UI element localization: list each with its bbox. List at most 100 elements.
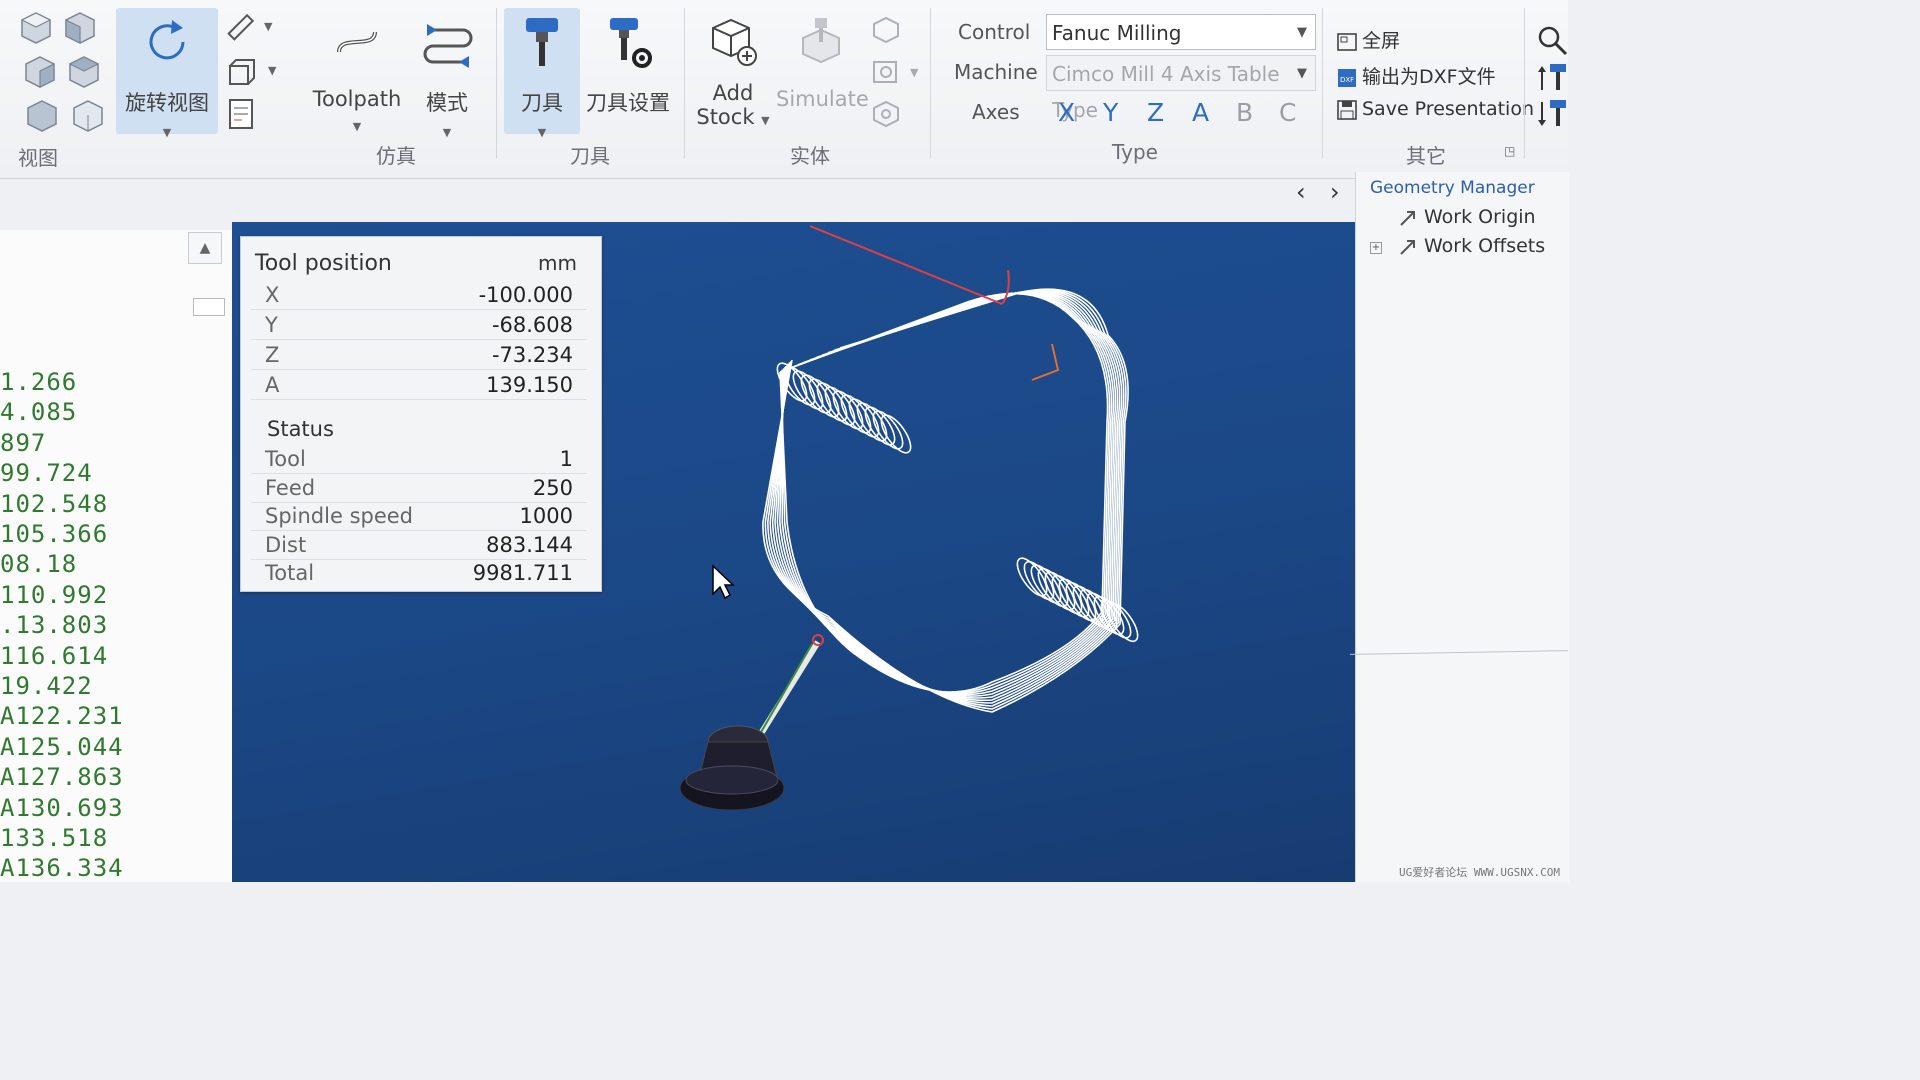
nc-code-line[interactable]: A136.334 — [0, 854, 124, 882]
fullscreen-icon — [1337, 32, 1357, 51]
stock-check-icon[interactable] — [868, 96, 904, 132]
tree-item-label: Work Offsets — [1424, 235, 1546, 257]
nc-code-line[interactable]: A125.044 — [0, 733, 124, 761]
axis-a-button[interactable]: A — [1192, 98, 1209, 127]
nc-code-line[interactable]: 102.548 — [0, 490, 108, 518]
simulate-button[interactable]: Simulate — [776, 8, 869, 134]
rotate-view-button[interactable]: 旋转视图 ▼ — [116, 8, 218, 139]
toolpath-loop — [816, 382, 848, 422]
nc-code-line[interactable]: A127.863 — [0, 763, 124, 791]
axis-c-button[interactable]: C — [1279, 98, 1296, 127]
tp-value: 1 — [559, 447, 573, 471]
tool-label: 刀具 — [521, 91, 563, 115]
toolpath-lines — [762, 288, 1139, 713]
rapid-move-line — [809, 225, 1003, 305]
nc-code-line[interactable]: 99.724 — [0, 459, 93, 487]
nc-code-line[interactable]: A122.231 — [0, 702, 124, 730]
machine-select[interactable]: Cimco Mill 4 Axis Table Type ▼ — [1046, 55, 1316, 122]
fullscreen-button[interactable]: 全屏 — [1336, 26, 1400, 53]
axis-b-button[interactable]: B — [1236, 98, 1253, 127]
tool-shank-shadow — [759, 643, 813, 735]
toolpath-loop — [824, 386, 856, 426]
separator — [1322, 8, 1323, 158]
report-icon[interactable] — [224, 96, 260, 132]
toolpath-pass — [771, 290, 1121, 702]
ruler-dropdown-icon[interactable]: ▼ — [264, 20, 272, 33]
cube-view-right-icon[interactable] — [66, 54, 102, 90]
cube-view-left-icon[interactable] — [22, 54, 58, 90]
nc-code-line[interactable]: 19.422 — [0, 672, 93, 700]
status-title: Status — [267, 417, 334, 441]
tp-value: -68.608 — [491, 313, 573, 337]
tool-position-panel: Tool position mm X -100.000 Y -68.608 Z -73… — [240, 236, 602, 592]
tp-row-a: A 139.150 — [251, 371, 587, 400]
add-stock-button[interactable]: Add Stock ▼ — [690, 8, 776, 134]
nc-code-line[interactable]: 133.518 — [0, 824, 108, 852]
cube-view-iso-icon[interactable] — [24, 98, 60, 134]
nc-code-line[interactable]: 4.085 — [0, 398, 77, 426]
nav-next-button[interactable]: › — [1330, 178, 1340, 206]
tp-key: Z — [265, 343, 280, 367]
nc-code-panel[interactable]: 1.266 4.085 897 99.724 102.548 105.366 08.18 11… — [0, 230, 233, 882]
tool-settings-button[interactable]: 刀具设置 — [582, 8, 674, 134]
group-label-other: 其它 — [1406, 144, 1446, 168]
stock-view-dropdown-icon[interactable]: ▼ — [910, 66, 918, 79]
toolpath-icon — [337, 31, 377, 53]
toolpath-loop — [832, 390, 864, 430]
nav-prev-button[interactable]: ‹ — [1296, 178, 1306, 206]
box-view-dropdown-icon[interactable]: ▼ — [268, 64, 276, 77]
stock-compare-icon[interactable] — [868, 12, 904, 48]
save-presentation-button[interactable]: Save Presentation — [1336, 98, 1534, 121]
mode-button[interactable]: 模式 ▼ — [410, 8, 484, 139]
simulate-icon — [802, 18, 840, 64]
tp-key: Feed — [265, 476, 316, 500]
tp-row-tool: Tool 1 — [251, 445, 587, 474]
tree-expand-icon[interactable]: + — [1370, 242, 1382, 254]
nc-code-line[interactable]: A130.693 — [0, 794, 124, 822]
toolpath-button[interactable]: Toolpath ▼ — [306, 8, 408, 134]
tp-row-y: Y -68.608 — [251, 311, 587, 340]
add-stock-label-2-text: Stock — [696, 105, 755, 129]
machine-label: Machine — [954, 60, 1038, 84]
search-icon[interactable] — [1534, 22, 1570, 58]
axis-y-button[interactable]: Y — [1103, 98, 1118, 127]
axis-x-button[interactable]: X — [1058, 98, 1075, 127]
nc-code-line[interactable]: 897 — [0, 429, 46, 457]
nc-code-line[interactable]: 110.992 — [0, 581, 108, 609]
nc-code-line[interactable]: 116.614 — [0, 642, 108, 670]
stock-view-icon[interactable] — [868, 54, 904, 90]
mouse-cursor-icon — [712, 564, 735, 600]
nc-code-line[interactable]: 105.366 — [0, 520, 108, 548]
separator — [1524, 8, 1525, 158]
arrow-icon — [1400, 239, 1415, 255]
rotate-icon — [149, 20, 185, 60]
tool-settings-icon — [610, 18, 652, 68]
cube-view-back-icon[interactable] — [70, 98, 106, 134]
tree-item-work-origin[interactable]: Work Origin — [1398, 206, 1536, 228]
tool-down-icon[interactable] — [1534, 96, 1570, 132]
tp-value: 883.144 — [486, 533, 573, 557]
nc-code-line[interactable]: 08.18 — [0, 550, 77, 578]
nc-code-line[interactable]: 1.266 — [0, 368, 77, 396]
scroll-up-button[interactable]: ▲ — [188, 232, 222, 264]
ruler-icon[interactable] — [222, 10, 258, 46]
control-select[interactable]: Fanuc Milling ▼ — [1046, 14, 1316, 50]
group-label-view: 视图 — [18, 146, 58, 170]
cube-view-top-icon[interactable] — [18, 10, 54, 46]
nc-code-line[interactable]: .13.803 — [0, 611, 108, 639]
export-dxf-button[interactable]: DXF 输出为DXF文件 — [1336, 62, 1496, 89]
tree-item-work-offsets[interactable]: Work Offsets — [1398, 235, 1545, 257]
cube-view-front-icon[interactable] — [62, 10, 98, 46]
rotate-view-label: 旋转视图 — [125, 91, 209, 115]
tool-button[interactable]: 刀具 ▼ — [504, 8, 580, 139]
toolpath-label: Toolpath — [312, 87, 402, 111]
tool-up-icon[interactable] — [1534, 60, 1570, 96]
tp-key: Total — [265, 561, 315, 585]
toolpath-loop — [776, 362, 808, 402]
box-view-icon[interactable] — [222, 54, 258, 90]
scrollbar-thumb[interactable] — [193, 298, 225, 316]
tp-value: -100.000 — [478, 283, 573, 307]
add-stock-label-1: Add — [712, 81, 754, 105]
axis-z-button[interactable]: Z — [1147, 98, 1164, 127]
dialog-launcher-icon[interactable]: ◳ — [1504, 144, 1515, 158]
